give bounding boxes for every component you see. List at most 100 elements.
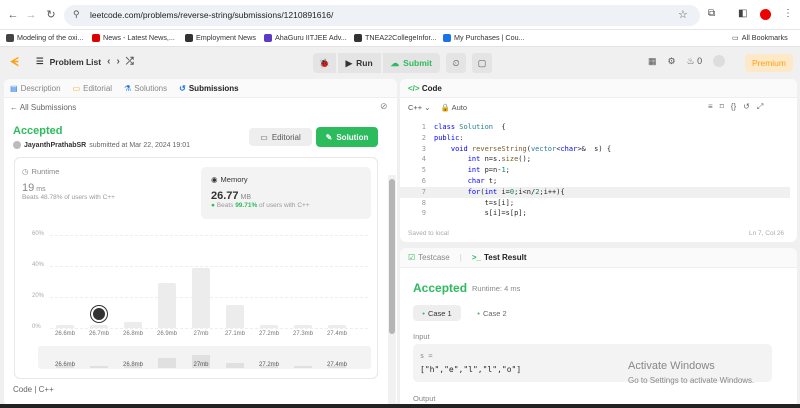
cloud-upload-icon: ☁ [390, 57, 400, 68]
input-variable: s = [420, 352, 433, 360]
code-token: public [434, 133, 460, 142]
code-token: int [467, 155, 485, 164]
bookmark-favicon-icon [443, 33, 451, 42]
leetcode-logo-icon[interactable]: ᗕ [10, 55, 19, 70]
code-token: s[i]=s[p]; [434, 209, 527, 218]
settings-icon[interactable]: ⚙ [668, 56, 676, 67]
bookmark-label: My Purchases | Cou... [454, 33, 525, 42]
scrollbar-thumb[interactable] [389, 179, 395, 334]
code-line[interactable]: 5 int p=n-1; [400, 165, 790, 176]
submit-button[interactable]: ☁ Submit [382, 53, 440, 73]
line-number: 2 [421, 133, 426, 142]
all-bookmarks[interactable]: ▭ All Bookmarks [732, 33, 788, 42]
debug-button[interactable]: 🐞 [313, 53, 336, 73]
line-number: 6 [421, 177, 426, 185]
code-line[interactable]: 4 int n=s.size(); [400, 154, 790, 165]
sidepanel-icon[interactable]: ◧ [738, 8, 747, 19]
bookmark-favicon-icon [6, 33, 14, 42]
bookmark-label: News - Latest News,... [103, 33, 175, 42]
notes-icon[interactable]: ▢ [471, 53, 492, 73]
code-language: Code | C++ [13, 385, 54, 394]
mini-label: 27.4mb [326, 362, 347, 368]
line-number: 7 [421, 187, 426, 196]
taskbar [0, 404, 800, 408]
check-box-icon: ☑ [408, 253, 416, 262]
your-submission-marker[interactable] [91, 306, 107, 322]
format-icon[interactable]: ≡ [708, 102, 713, 112]
code-editor-panel: </> Code C++ ⌄ 🔒 Auto ≡ ⌑ {} ↺ ⤢ 1 class … [400, 79, 797, 242]
bookmark-icon[interactable]: ⌑ [720, 102, 724, 112]
timer-icon[interactable]: ⏲ [445, 53, 466, 73]
bug-icon: 🐞 [319, 57, 330, 68]
language-select[interactable]: C++ ⌄ [408, 103, 431, 112]
auto-mode[interactable]: 🔒 Auto [441, 103, 467, 112]
bookmark-label: TNEA22CollegeInfor... [365, 33, 437, 42]
terminal-icon: >_ [471, 253, 481, 262]
bookmark-item[interactable]: My Purchases | Cou... [443, 33, 525, 42]
next-problem-icon[interactable]: › [116, 56, 119, 67]
mini-label: 27.2mb [258, 362, 279, 368]
code-token: t; [488, 177, 498, 185]
bookmark-item[interactable]: News - Latest News,... [92, 33, 175, 42]
menu-icon[interactable]: ⋮ [783, 8, 793, 19]
bookmark-item[interactable]: TNEA22CollegeInfor... [354, 33, 437, 42]
shuffle-icon[interactable]: ⤮ [126, 56, 134, 67]
site-info-icon[interactable]: ⚲ [73, 9, 80, 20]
code-line[interactable]: 6 char t; [400, 176, 790, 187]
code-line[interactable]: 7 for(int i=0;i<n/2;i++){ [400, 186, 790, 198]
code-line[interactable]: 3 void reverseString(vector<char>& s) { [400, 144, 790, 155]
url-text[interactable]: leetcode.com/problems/reverse-string/sub… [90, 10, 333, 20]
profile-avatar[interactable] [760, 9, 771, 20]
code-line[interactable]: 9 s[i]=s[p]; [400, 208, 790, 219]
braces-icon[interactable]: {} [731, 102, 736, 112]
mini-bar [294, 366, 312, 368]
user-avatar[interactable] [713, 55, 726, 67]
saved-status: Saved to local [408, 230, 449, 237]
forward-button[interactable]: → [24, 8, 38, 22]
code-line[interactable]: 1 class Solution { [400, 122, 790, 133]
code-token: int [467, 166, 485, 175]
bookmark-item[interactable]: Employment News [185, 33, 256, 42]
run-button[interactable]: ▶ Run [337, 53, 381, 73]
line-number: 9 [421, 209, 426, 218]
reset-icon[interactable]: ↺ [743, 102, 750, 112]
mini-label: 26.6mb [54, 362, 75, 368]
tab-test-result[interactable]: >_ Test Result [472, 253, 527, 262]
back-button[interactable]: ← [6, 8, 20, 22]
case-2-tab[interactable]: • Case 2 [470, 305, 514, 321]
bookmark-item[interactable]: Modeling of the oxi... [6, 33, 83, 42]
bookmark-item[interactable]: AhaGuru IITJEE Adv... [264, 33, 347, 42]
code-token: int [484, 187, 502, 196]
test-tabs: ☑ Testcase | >_ Test Result [400, 248, 797, 268]
code-token: i= [501, 187, 510, 196]
case-1-tab[interactable]: • Case 1 [413, 305, 461, 321]
layout-icon[interactable]: ▦ [648, 56, 657, 67]
list-icon: ☰ [36, 56, 44, 66]
code-token: p=n- [484, 166, 502, 175]
mini-label: 27mb [193, 362, 209, 368]
reload-button[interactable]: ↻ [44, 8, 58, 22]
code-token: : [459, 133, 464, 142]
code-token: t=s[i]; [434, 198, 515, 207]
bookmark-star-icon[interactable]: ☆ [678, 8, 688, 21]
code-token: char [560, 144, 578, 153]
code-line[interactable]: 8 t=s[i]; [400, 198, 790, 209]
premium-button[interactable]: Premium [745, 54, 793, 72]
cursor-position: Ln 7, Col 26 [749, 230, 785, 237]
mini-chart-bars: 26.6mb 26.8mb 27mb 27.2mb 27.4mb [4, 79, 397, 406]
problem-list-link[interactable]: Problem List [50, 57, 101, 67]
line-number: 1 [421, 123, 426, 131]
code-line[interactable]: 2 public: [400, 133, 790, 144]
expand-icon[interactable]: ⤢ [757, 102, 763, 112]
mini-label: 26.8mb [122, 362, 143, 368]
code-token: { [493, 123, 506, 131]
bookmark-favicon-icon [185, 33, 193, 42]
prev-problem-icon[interactable]: ‹ [107, 56, 110, 67]
line-number: 8 [421, 198, 426, 207]
mini-bar [90, 366, 108, 368]
tab-testcase[interactable]: ☑ Testcase [408, 253, 450, 262]
code-token: ;i<n/ [514, 187, 536, 196]
streak-icon[interactable]: ♨ 0 [687, 56, 703, 67]
extensions-icon[interactable]: ⧉ [708, 8, 715, 19]
code-token: ;i++){ [539, 187, 565, 196]
